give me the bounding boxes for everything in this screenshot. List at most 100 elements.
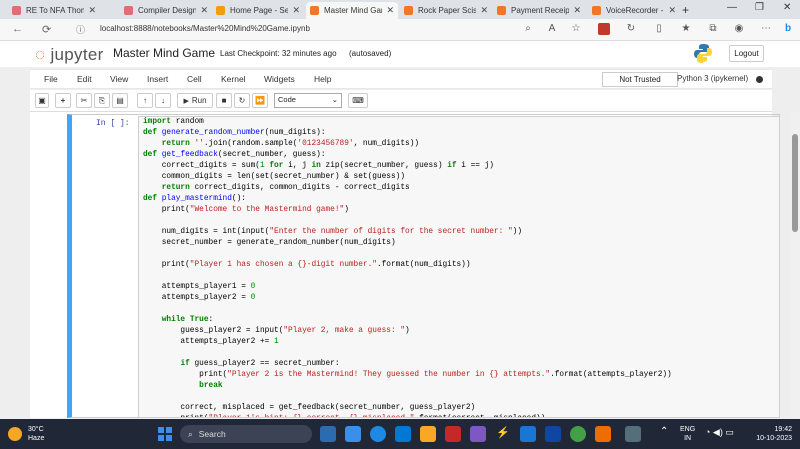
browser-tab[interactable]: Compiler Design ✕ <box>120 2 212 19</box>
read-aloud-icon[interactable]: A <box>546 23 558 35</box>
move-down-button[interactable]: ↓ <box>155 93 171 108</box>
app3-icon[interactable] <box>625 426 641 442</box>
minimize-icon[interactable]: — <box>727 2 737 13</box>
browser-tab[interactable]: VoiceRecorder - ✕ <box>588 2 680 19</box>
close-tab-icon[interactable]: ✕ <box>200 5 208 16</box>
move-up-button[interactable]: ↑ <box>137 93 153 108</box>
refresh-icon[interactable]: ⟳ <box>42 23 51 36</box>
menu-insert[interactable]: Insert <box>147 74 168 84</box>
back-icon[interactable]: ← <box>12 23 23 35</box>
menu-cell[interactable]: Cell <box>187 74 202 84</box>
run-button[interactable]: ▶ Run <box>177 93 213 108</box>
menu-edit[interactable]: Edit <box>77 74 92 84</box>
kernel-name: Python 3 (ipykernel) <box>677 74 749 83</box>
insert-cell-button[interactable]: + <box>55 93 71 108</box>
browser-tab[interactable]: RE To NFA Thomp✕ <box>8 2 100 19</box>
command-palette-button[interactable]: ⌨ <box>348 93 368 108</box>
info-icon[interactable]: ⓘ <box>76 23 85 36</box>
menu-kernel[interactable]: Kernel <box>221 74 246 84</box>
browser-tab[interactable]: Payment Receipt ✕ <box>493 2 585 19</box>
task-view-icon[interactable] <box>320 426 336 442</box>
close-tab-icon[interactable]: ✕ <box>480 5 488 16</box>
kernel-status-indicator <box>756 76 763 83</box>
profile-icon[interactable]: ◉ <box>733 23 745 35</box>
media-icon[interactable] <box>470 426 486 442</box>
scrollbar[interactable] <box>790 112 800 418</box>
favorites-list-icon[interactable]: ★ <box>680 23 692 35</box>
menu-file[interactable]: File <box>44 74 58 84</box>
scrollbar-thumb[interactable] <box>792 134 798 232</box>
collections-icon[interactable]: ⧉ <box>707 23 719 35</box>
folder-icon[interactable] <box>420 426 436 442</box>
store-icon[interactable] <box>520 426 536 442</box>
code-line: break <box>199 382 223 390</box>
language-indicator[interactable]: ENG IN <box>680 425 695 443</box>
edge-icon[interactable] <box>370 426 386 442</box>
restart-button[interactable]: ↻ <box>234 93 250 108</box>
code-line: return ''.join(random.sample('0123456789… <box>161 140 420 148</box>
network-volume-battery-icon[interactable]: ◔ ◀) ▭ <box>705 427 734 438</box>
tab-title: VoiceRecorder - <box>606 6 664 15</box>
tab-title: Payment Receipt <box>511 6 570 15</box>
browser-tab[interactable]: Home Page - Sele✕ <box>212 2 304 19</box>
weather-widget[interactable]: 30°C Haze <box>8 425 44 443</box>
more-icon[interactable]: ⋯ <box>760 23 772 35</box>
browser-tab[interactable]: Rock Paper Scisso✕ <box>400 2 492 19</box>
logout-button[interactable]: Logout <box>729 45 764 62</box>
trusted-button[interactable]: Not Trusted <box>602 72 678 87</box>
favorite-icon[interactable]: ☆ <box>570 23 582 35</box>
new-tab-button[interactable]: + <box>682 3 689 17</box>
paste-button[interactable]: ▤ <box>112 93 128 108</box>
restart-run-all-button[interactable]: ⏩ <box>252 93 268 108</box>
tab-title: RE To NFA Thomp <box>26 6 85 15</box>
flash-icon[interactable]: ⚡ <box>495 426 511 442</box>
close-window-icon[interactable]: ✕ <box>783 2 791 13</box>
close-tab-icon[interactable]: ✕ <box>292 5 300 16</box>
code-line: print("Player 2 is the Mastermind! They … <box>143 371 672 379</box>
checkpoint-text: Last Checkpoint: 32 minutes ago <box>220 49 337 58</box>
app2-icon[interactable] <box>595 426 611 442</box>
close-tab-icon[interactable]: ✕ <box>386 5 394 16</box>
interrupt-button[interactable]: ■ <box>216 93 232 108</box>
copy-button[interactable]: ⎘ <box>94 93 110 108</box>
jupyter-logo[interactable]: ◌ jupyter <box>35 45 104 65</box>
code-editor[interactable]: import random def generate_random_number(… <box>138 116 780 418</box>
app-icon[interactable] <box>445 426 461 442</box>
close-tab-icon[interactable]: ✕ <box>573 5 581 16</box>
menu-view[interactable]: View <box>110 74 128 84</box>
save-button[interactable]: ▣ <box>35 93 49 108</box>
menu-help[interactable]: Help <box>314 74 331 84</box>
bing-icon[interactable]: b <box>782 23 794 35</box>
cell-type-select[interactable]: Code ⌄ <box>274 93 342 108</box>
vscode-icon[interactable] <box>545 426 561 442</box>
clock[interactable]: 19:42 10-10-2023 <box>750 425 792 443</box>
split-screen-icon[interactable]: ▯ <box>653 23 665 35</box>
maximize-icon[interactable]: ❐ <box>755 2 764 13</box>
taskbar-search[interactable]: ⌕ Search <box>180 425 312 443</box>
chrome-icon[interactable] <box>570 426 586 442</box>
url-field[interactable]: localhost:8888/notebooks/Master%20Mind%2… <box>100 24 310 33</box>
address-bar: ← ⟳ ⓘ localhost:8888/notebooks/Master%20… <box>0 19 800 41</box>
close-tab-icon[interactable]: ✕ <box>88 5 96 16</box>
start-icon[interactable] <box>158 427 172 441</box>
browser-tab[interactable]: Master Mind Gam ✕ <box>306 2 398 19</box>
tab-favicon-icon <box>310 6 319 15</box>
code-line: attempts_player2 += 1 <box>143 338 279 346</box>
mail-icon[interactable] <box>395 426 411 442</box>
notebook-page: In [ ]: import random def generate_random… <box>30 112 780 418</box>
menu-widgets[interactable]: Widgets <box>264 74 295 84</box>
refresh-ext-icon[interactable]: ↻ <box>625 23 637 35</box>
tray-chevron-icon[interactable]: ⌃ <box>660 426 668 437</box>
cut-button[interactable]: ✂ <box>76 93 92 108</box>
python-logo-icon <box>694 44 712 63</box>
file-explorer-icon[interactable] <box>345 426 361 442</box>
close-tab-icon[interactable]: ✕ <box>668 5 676 16</box>
notebook-title[interactable]: Master Mind Game <box>113 46 215 60</box>
extension-icon[interactable] <box>598 23 610 35</box>
zoom-icon[interactable]: ⌕ <box>522 23 534 35</box>
